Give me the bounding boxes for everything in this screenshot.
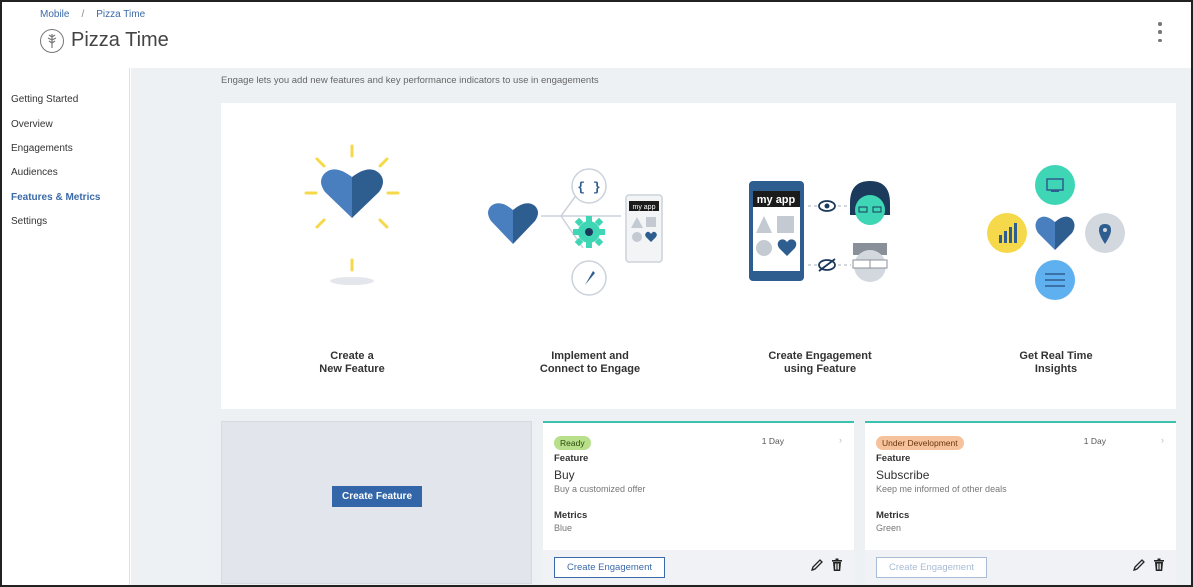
metric-value: Green bbox=[876, 523, 902, 533]
app-logo-icon bbox=[40, 29, 64, 53]
step-label: Implement and Connect to Engage bbox=[539, 350, 641, 375]
edit-icon[interactable] bbox=[810, 558, 824, 572]
feature-card-buy[interactable]: Ready 1 Day › Feature Buy Buy a customiz… bbox=[543, 421, 854, 584]
step-label: Create Engagement using Feature bbox=[768, 350, 872, 375]
metrics-label: Metrics bbox=[876, 510, 910, 521]
feature-name: Buy bbox=[554, 468, 575, 482]
feature-label: Feature bbox=[876, 453, 911, 464]
feature-description: Buy a customized offer bbox=[554, 484, 646, 494]
breadcrumb-separator: / bbox=[81, 9, 85, 20]
engagement-illustration: my app bbox=[749, 181, 890, 282]
header: Mobile / Pizza Time Pizza Time bbox=[2, 2, 1191, 68]
card-footer: Create Engagement bbox=[543, 550, 854, 584]
feature-label: Feature bbox=[554, 453, 589, 464]
sidebar-item-overview[interactable]: Overview bbox=[11, 119, 53, 130]
sidebar-item-features-metrics[interactable]: Features & Metrics bbox=[11, 192, 100, 203]
sidebar-item-getting-started[interactable]: Getting Started bbox=[11, 94, 78, 105]
step-real-time-insights: Get Real Time Insights bbox=[937, 103, 1175, 409]
card-age: 1 Day bbox=[761, 436, 784, 446]
feature-description: Keep me informed of other deals bbox=[876, 484, 1007, 494]
create-engagement-button[interactable]: Create Engagement bbox=[554, 557, 665, 578]
status-badge: Ready bbox=[554, 436, 591, 450]
heart-sparkle-illustration bbox=[304, 144, 400, 285]
my-app-large-text: my app bbox=[757, 194, 796, 206]
metric-value: Blue bbox=[554, 523, 573, 533]
status-badge: Under Development bbox=[876, 436, 964, 450]
step-label: Create a New Feature bbox=[319, 350, 385, 375]
chevron-right-icon[interactable]: › bbox=[839, 435, 842, 445]
chevron-right-icon[interactable]: › bbox=[1161, 435, 1164, 445]
app-window: Mobile / Pizza Time Pizza Time Getting S… bbox=[0, 0, 1193, 587]
create-engagement-button[interactable]: Create Engagement bbox=[876, 557, 987, 578]
sidebar-item-audiences[interactable]: Audiences bbox=[11, 167, 58, 178]
card-age: 1 Day bbox=[1083, 436, 1106, 446]
create-feature-panel: Create Feature bbox=[221, 421, 532, 584]
main-content: Engage lets you add new features and key… bbox=[131, 68, 1191, 585]
page-title: Pizza Time bbox=[71, 29, 169, 51]
implement-illustration: { } my app bbox=[488, 168, 663, 296]
steps-panel: Create a New Feature { } my app Implemen… bbox=[221, 103, 1176, 409]
breadcrumb-mobile-link[interactable]: Mobile bbox=[40, 9, 69, 20]
feature-card-subscribe[interactable]: Under Development 1 Day › Feature Subscr… bbox=[865, 421, 1176, 584]
my-app-small-text: my app bbox=[633, 204, 656, 211]
delete-icon[interactable] bbox=[830, 558, 844, 572]
delete-icon[interactable] bbox=[1152, 558, 1166, 572]
breadcrumb-current[interactable]: Pizza Time bbox=[96, 9, 145, 20]
sidebar-item-engagements[interactable]: Engagements bbox=[11, 143, 73, 154]
breadcrumb: Mobile / Pizza Time bbox=[40, 9, 145, 20]
feature-name: Subscribe bbox=[876, 468, 930, 482]
intro-text: Engage lets you add new features and key… bbox=[221, 75, 599, 86]
more-options-icon[interactable] bbox=[1155, 22, 1165, 42]
step-label: Get Real Time Insights bbox=[1019, 350, 1093, 375]
edit-icon[interactable] bbox=[1132, 558, 1146, 572]
metrics-label: Metrics bbox=[554, 510, 588, 521]
insights-illustration bbox=[987, 165, 1125, 300]
sidebar-item-settings[interactable]: Settings bbox=[11, 216, 47, 227]
step-implement-connect: { } my app Implement and Connect to Enga… bbox=[471, 103, 709, 409]
svg-text:{ }: { } bbox=[577, 180, 600, 195]
create-feature-button[interactable]: Create Feature bbox=[332, 486, 422, 507]
step-create-feature: Create a New Feature bbox=[233, 103, 471, 409]
sidebar: Getting Started Overview Engagements Aud… bbox=[2, 68, 130, 585]
card-footer: Create Engagement bbox=[865, 550, 1176, 584]
step-create-engagement: my app Create Engagement using Feature bbox=[701, 103, 939, 409]
